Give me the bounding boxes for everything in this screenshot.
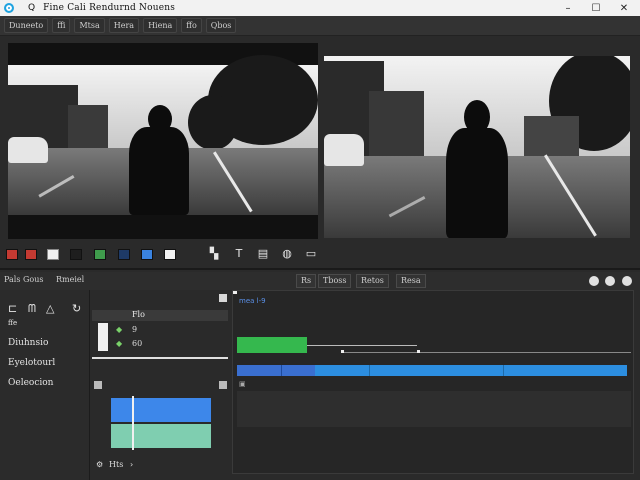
clip-boundary — [369, 365, 370, 376]
track-lock-icon[interactable]: ▣ — [239, 380, 246, 388]
building — [68, 105, 108, 150]
color-swatch[interactable] — [47, 249, 59, 260]
left-item-1[interactable]: Diuhnsio — [8, 338, 48, 348]
color-swatch[interactable] — [70, 249, 82, 260]
color-swatch[interactable] — [25, 249, 37, 260]
check-icon[interactable]: ◆ — [116, 339, 122, 348]
program-frame — [324, 56, 630, 238]
building — [524, 116, 579, 156]
gear-icon[interactable] — [622, 276, 632, 286]
icon-label: ffe — [8, 319, 18, 327]
menu-bar: Duneeto ffi Mtsa Hera Hiena ffo Qbos — [0, 16, 640, 36]
maximize-button[interactable]: ☐ — [582, 0, 610, 16]
menu-item-6[interactable]: ffo — [181, 18, 202, 33]
building — [369, 91, 424, 156]
monitor-icon[interactable]: ▭ — [304, 247, 318, 261]
app-icon — [4, 3, 14, 13]
document-icon[interactable]: ▤ — [256, 247, 270, 261]
car — [324, 134, 364, 166]
settings-icon[interactable] — [605, 276, 615, 286]
left-panel: ⊏ ᗰ △ ↻ ffe Diuhnsio Eyelotourl Oeleocio… — [0, 290, 90, 480]
clip-boundary — [503, 365, 504, 376]
refresh-icon[interactable]: ↻ — [72, 302, 81, 315]
timeline-corner — [233, 291, 237, 294]
separator — [92, 357, 228, 359]
title-bar: Q Fine Cali Rendurnd Nouens – ☐ ✕ — [0, 0, 640, 16]
video-clip-preview[interactable] — [111, 398, 211, 422]
program-viewer[interactable] — [324, 56, 630, 238]
green-clip[interactable] — [237, 337, 307, 353]
minimize-button[interactable]: – — [554, 0, 582, 16]
keyframe-marker[interactable] — [341, 350, 344, 353]
tree — [188, 95, 238, 150]
video-track-clip[interactable] — [237, 365, 315, 376]
property-value-1: 9 — [132, 325, 138, 334]
ruler-line — [341, 352, 631, 353]
timeline-label: mea l-9 — [239, 297, 266, 305]
source-viewer[interactable] — [8, 43, 318, 239]
settings-icon[interactable] — [589, 276, 599, 286]
clip-boundary — [281, 365, 282, 376]
preview-playhead — [132, 396, 134, 450]
timeline-button-1[interactable]: Rs — [296, 274, 317, 288]
timeline-button-4[interactable]: Resa — [396, 274, 426, 288]
properties-header-label: Flo — [132, 310, 145, 319]
person-body — [446, 128, 508, 238]
window-title: Fine Cali Rendurnd Nouens — [43, 3, 176, 13]
properties-header: Flo — [92, 310, 228, 321]
source-frame — [8, 55, 318, 215]
color-swatch[interactable] — [6, 249, 18, 260]
text-tool-icon[interactable]: T — [232, 247, 246, 261]
empty-track[interactable] — [237, 391, 631, 427]
gear-icon[interactable]: ⚙ — [96, 460, 103, 469]
search-icon[interactable]: Q — [28, 3, 35, 13]
audio-clip-preview[interactable] — [111, 424, 211, 448]
check-icon[interactable]: ◆ — [116, 325, 122, 334]
panel-handle-icon[interactable] — [94, 381, 102, 389]
tab-media[interactable]: Rmeiel — [56, 275, 84, 284]
clip-thumbnail — [98, 323, 108, 351]
lock-icon[interactable]: ◍ — [280, 247, 294, 261]
folder-icon[interactable]: ⊏ — [8, 302, 17, 315]
marker-icon[interactable]: ᗰ — [28, 302, 36, 316]
menu-item-7[interactable]: Qbos — [205, 18, 237, 33]
left-item-3[interactable]: Oeleocion — [8, 378, 53, 388]
keyframe-marker[interactable] — [417, 350, 420, 353]
clip-properties-panel: Flo ◆ 9 ◆ 60 ⚙ Hts › — [92, 290, 230, 480]
menu-item-5[interactable]: Hiena — [143, 18, 178, 33]
tab-project[interactable]: Pals Gous — [4, 275, 43, 284]
color-swatch[interactable] — [94, 249, 106, 260]
panel-tab-bar: Pals Gous Rmeiel Rs Tboss Retos Resa — [0, 272, 640, 290]
timeline-panel[interactable]: mea l-9 ▣ — [232, 290, 634, 474]
close-button[interactable]: ✕ — [610, 0, 638, 16]
panel-divider — [0, 268, 640, 270]
menu-item-4[interactable]: Hera — [108, 18, 140, 33]
menu-item-1[interactable]: Duneeto — [4, 18, 49, 33]
menu-item-2[interactable]: ffi — [52, 18, 71, 33]
timeline-button-2[interactable]: Tboss — [318, 274, 352, 288]
color-swatch[interactable] — [141, 249, 153, 260]
color-swatch[interactable] — [118, 249, 130, 260]
panel-handle-icon[interactable] — [219, 381, 227, 389]
menu-item-3[interactable]: Mtsa — [74, 18, 105, 33]
color-swatch[interactable] — [164, 249, 176, 260]
car — [8, 137, 48, 163]
crop-tool-icon[interactable]: ▚ — [207, 247, 221, 261]
left-item-2[interactable]: Eyelotourl — [8, 358, 55, 368]
person-body — [129, 127, 189, 215]
panel-menu-icon[interactable] — [219, 294, 227, 302]
keyframe-line — [307, 345, 417, 346]
timeline-button-3[interactable]: Retos — [356, 274, 389, 288]
property-value-2: 60 — [132, 339, 143, 348]
triangle-icon[interactable]: △ — [46, 302, 54, 315]
mid-footer-label: Hts — [109, 460, 124, 469]
chevron-right-icon[interactable]: › — [130, 460, 133, 469]
